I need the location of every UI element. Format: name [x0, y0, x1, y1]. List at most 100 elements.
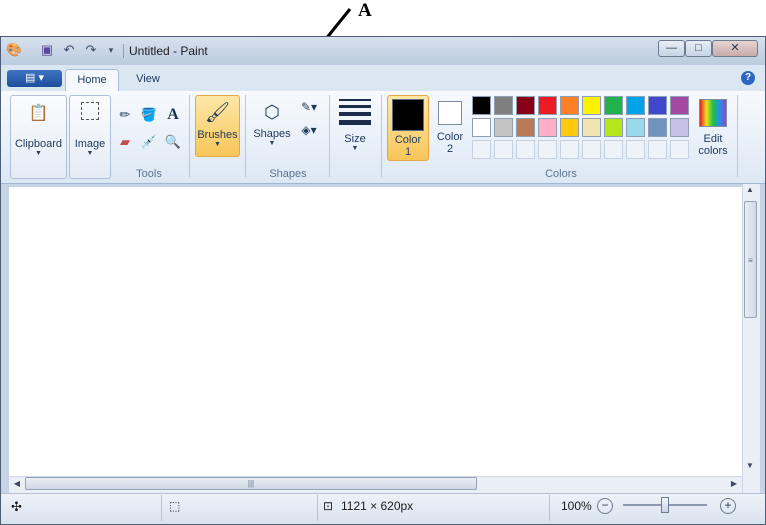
chevron-down-icon: ▼: [351, 145, 359, 152]
clipboard-button[interactable]: 📋 Clipboard ▼: [10, 95, 67, 179]
palette-color-swatch[interactable]: [626, 118, 645, 137]
clipboard-label: Clipboard: [14, 138, 63, 150]
color1-label: Color 1: [394, 134, 422, 158]
status-separator: [317, 495, 318, 521]
pencil-icon[interactable]: ✏: [115, 105, 135, 125]
palette-color-swatch[interactable]: [516, 96, 535, 115]
palette-color-swatch[interactable]: [538, 96, 557, 115]
palette-color-swatch[interactable]: [626, 96, 645, 115]
group-separator: [737, 95, 738, 177]
shapes-group-label: Shapes: [269, 168, 307, 180]
color-palette: [472, 96, 692, 164]
palette-color-swatch[interactable]: [516, 118, 535, 137]
status-separator: [549, 495, 550, 521]
chevron-down-icon: ▼: [268, 140, 276, 147]
close-button[interactable]: ✕: [712, 40, 758, 57]
tools-group-label: Tools: [136, 168, 162, 180]
palette-custom-slot[interactable]: [670, 140, 689, 159]
chevron-down-icon: ▼: [86, 150, 94, 157]
paint-window: 🎨 ▣ ↶ ↷ ▾ Untitled - Paint — □ ✕ ▤ ▾ Hom…: [0, 36, 766, 525]
palette-color-swatch[interactable]: [670, 118, 689, 137]
palette-color-swatch[interactable]: [494, 96, 513, 115]
palette-custom-slot[interactable]: [472, 140, 491, 159]
scroll-up-icon[interactable]: ▲: [743, 185, 757, 194]
paint-app-icon[interactable]: 🎨: [6, 42, 22, 58]
redo-icon[interactable]: ↷: [83, 42, 99, 58]
text-tool-icon[interactable]: A: [163, 105, 183, 125]
group-separator: [381, 95, 382, 177]
zoom-level: 100%: [561, 499, 592, 513]
palette-custom-slot[interactable]: [582, 140, 601, 159]
zoom-in-button[interactable]: +: [720, 498, 736, 514]
chevron-down-icon: ▼: [35, 150, 42, 157]
color-spectrum-icon: [699, 99, 727, 127]
palette-custom-slot[interactable]: [604, 140, 623, 159]
palette-color-swatch[interactable]: [648, 96, 667, 115]
help-icon[interactable]: ?: [741, 71, 755, 85]
palette-color-swatch[interactable]: [604, 118, 623, 137]
size-label: Size: [344, 133, 366, 145]
zoom-out-button[interactable]: −: [597, 498, 613, 514]
save-icon[interactable]: ▣: [39, 42, 55, 58]
size-button[interactable]: Size ▼: [335, 95, 375, 157]
palette-custom-slot[interactable]: [516, 140, 535, 159]
line-size-icon: [339, 99, 371, 125]
tab-home[interactable]: Home: [65, 69, 119, 91]
magnifier-icon[interactable]: 🔍: [163, 132, 183, 152]
window-title: Untitled - Paint: [129, 44, 208, 58]
palette-color-swatch[interactable]: [472, 96, 491, 115]
undo-icon[interactable]: ↶: [61, 42, 77, 58]
brush-icon: 🖌: [204, 102, 231, 124]
canvas-size-icon: ⊡: [323, 499, 334, 513]
palette-color-swatch[interactable]: [560, 96, 579, 115]
brushes-button[interactable]: 🖌 Brushes ▼: [195, 95, 240, 157]
image-button[interactable]: Image ▼: [69, 95, 111, 179]
palette-color-swatch[interactable]: [670, 96, 689, 115]
minimize-button[interactable]: —: [658, 40, 685, 57]
shape-fill-icon[interactable]: ◈▾: [296, 120, 322, 140]
title-divider: [123, 44, 124, 58]
drawing-canvas[interactable]: [9, 187, 742, 510]
vertical-scroll-thumb[interactable]: ≡: [744, 201, 757, 318]
palette-custom-slot[interactable]: [626, 140, 645, 159]
color2-label: Color 2: [436, 131, 464, 155]
palette-color-swatch[interactable]: [582, 118, 601, 137]
tab-view[interactable]: View: [123, 69, 173, 91]
color1-button[interactable]: Color 1: [387, 95, 429, 161]
outline-icon[interactable]: ✎▾: [296, 97, 322, 117]
status-separator: [161, 495, 162, 521]
selection-size-icon: ⬚: [169, 499, 181, 513]
palette-color-swatch[interactable]: [494, 118, 513, 137]
shapes-button[interactable]: ⬡ Shapes ▼: [251, 95, 293, 157]
palette-color-swatch[interactable]: [582, 96, 601, 115]
palette-color-swatch[interactable]: [648, 118, 667, 137]
color2-swatch: [438, 101, 462, 125]
zoom-slider-thumb[interactable]: [661, 497, 669, 513]
fill-bucket-icon[interactable]: 🪣: [139, 105, 159, 125]
palette-custom-slot[interactable]: [648, 140, 667, 159]
canvas-dimensions: 1121 × 620px: [341, 499, 414, 513]
palette-custom-slot[interactable]: [538, 140, 557, 159]
palette-color-swatch[interactable]: [560, 118, 579, 137]
eraser-icon[interactable]: ▰: [115, 132, 135, 152]
scroll-down-icon[interactable]: ▼: [743, 461, 757, 470]
brushes-label: Brushes: [197, 129, 238, 141]
palette-custom-slot[interactable]: [560, 140, 579, 159]
colors-group-label: Colors: [545, 168, 577, 180]
maximize-button[interactable]: □: [685, 40, 712, 57]
palette-custom-slot[interactable]: [494, 140, 513, 159]
horizontal-scroll-thumb[interactable]: |||: [25, 477, 477, 490]
scroll-right-icon[interactable]: ▶: [727, 479, 741, 488]
paint-menu-button[interactable]: ▤ ▾: [7, 70, 62, 87]
palette-color-swatch[interactable]: [538, 118, 557, 137]
color-picker-icon[interactable]: 💉: [139, 132, 159, 152]
color2-button[interactable]: Color 2: [431, 95, 469, 161]
scroll-left-icon[interactable]: ◀: [10, 479, 24, 488]
group-separator: [189, 95, 190, 177]
cursor-position-icon: ✣: [11, 499, 22, 514]
palette-color-swatch[interactable]: [472, 118, 491, 137]
palette-color-swatch[interactable]: [604, 96, 623, 115]
clipboard-icon: 📋: [28, 105, 49, 122]
customize-arrow-icon[interactable]: ▾: [103, 42, 119, 58]
edit-colors-button[interactable]: Edit colors: [694, 95, 732, 161]
